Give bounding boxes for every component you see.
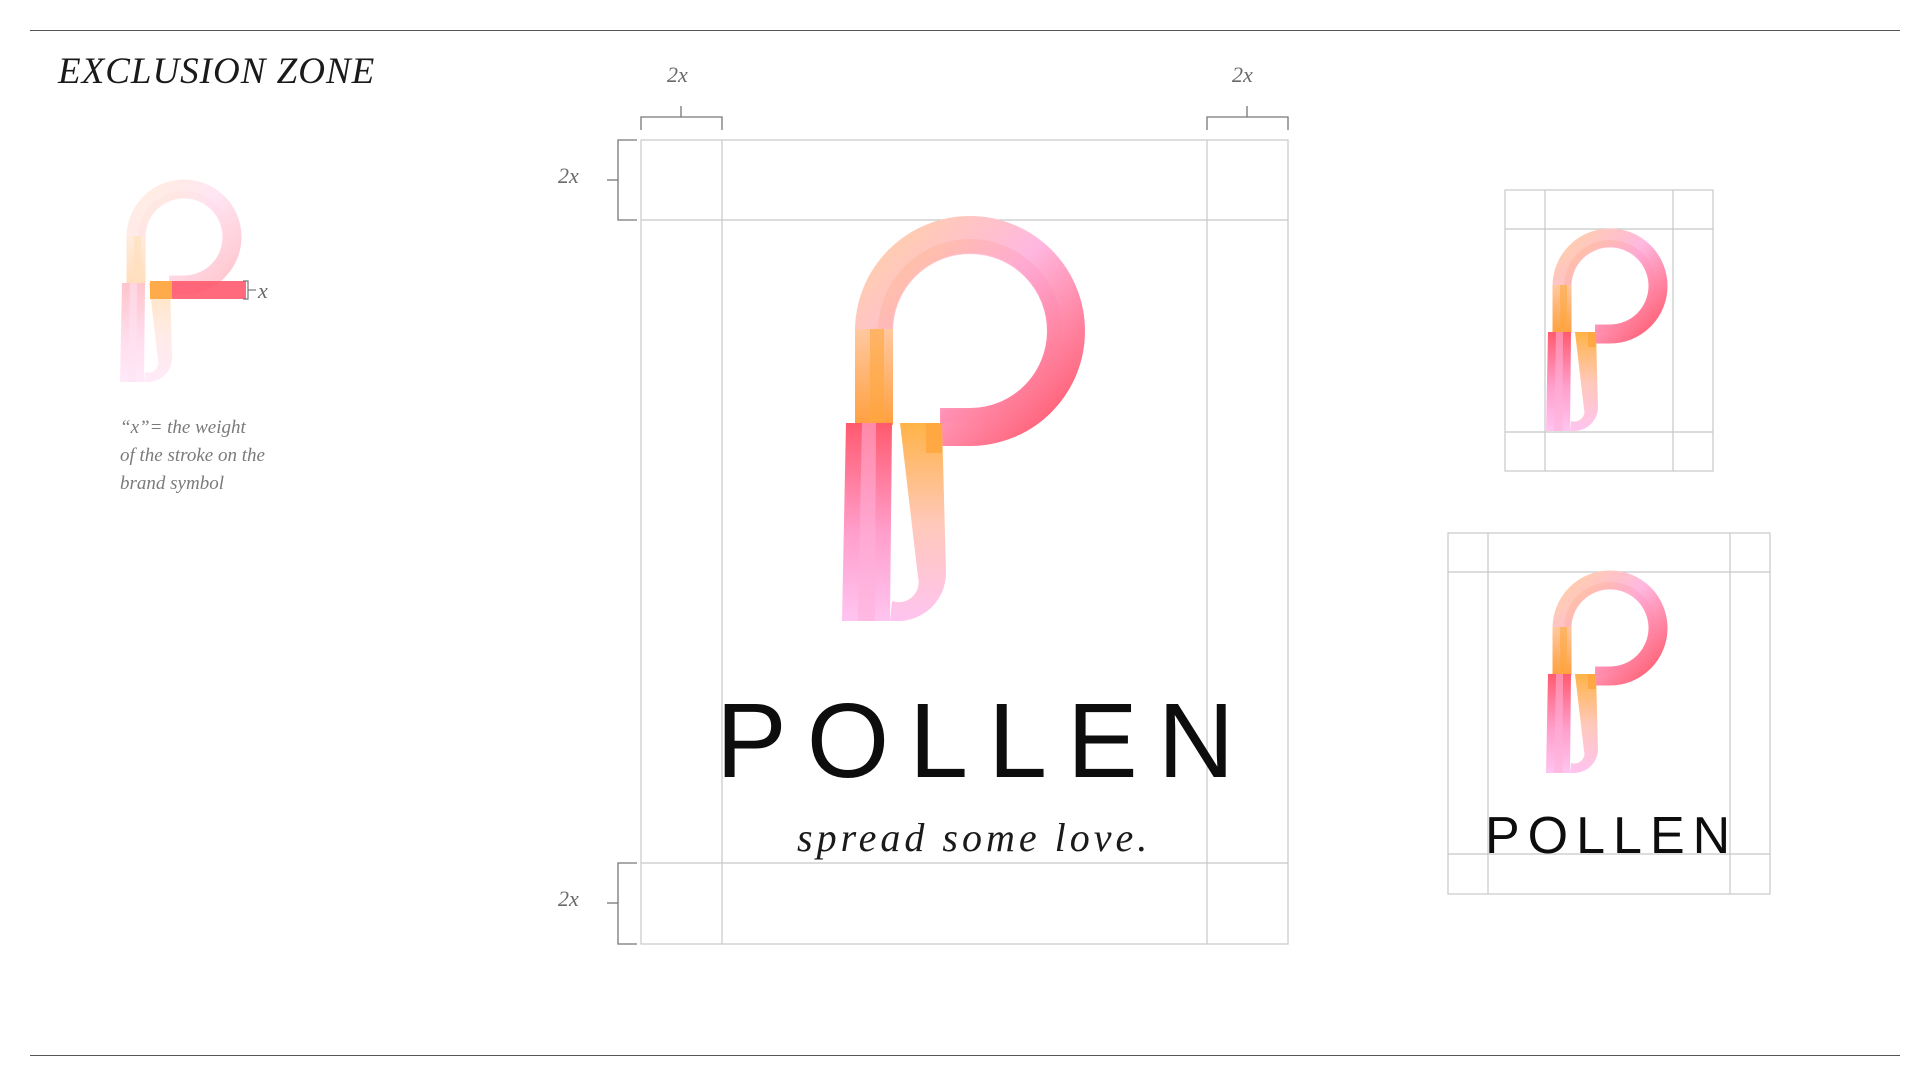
main-wordmark: POLLEN (716, 682, 1255, 800)
dim-label-top-left: 2x (667, 62, 688, 87)
dim-label-left-bottom: 2x (558, 886, 579, 911)
main-tagline: spread some love. (797, 815, 1152, 860)
small-wordmark: POLLEN (1485, 807, 1739, 865)
main-pollen-symbol (842, 235, 1066, 621)
caption-line: brand symbol (120, 473, 224, 494)
dim-label-left-top: 2x (558, 163, 579, 188)
dim-label-top-right: 2x (1232, 62, 1253, 87)
lockup-pollen-symbol (1546, 580, 1658, 773)
stroke-caption: “x”= the weight of the stroke on the bra… (120, 414, 320, 498)
exclusion-zone-artwork (0, 106, 1771, 945)
caption-line: “x”= the weight (120, 417, 246, 438)
caption-line: of the stroke on the (120, 445, 265, 466)
small-pollen-symbol (1546, 238, 1658, 431)
stroke-x-label: x (258, 278, 268, 303)
